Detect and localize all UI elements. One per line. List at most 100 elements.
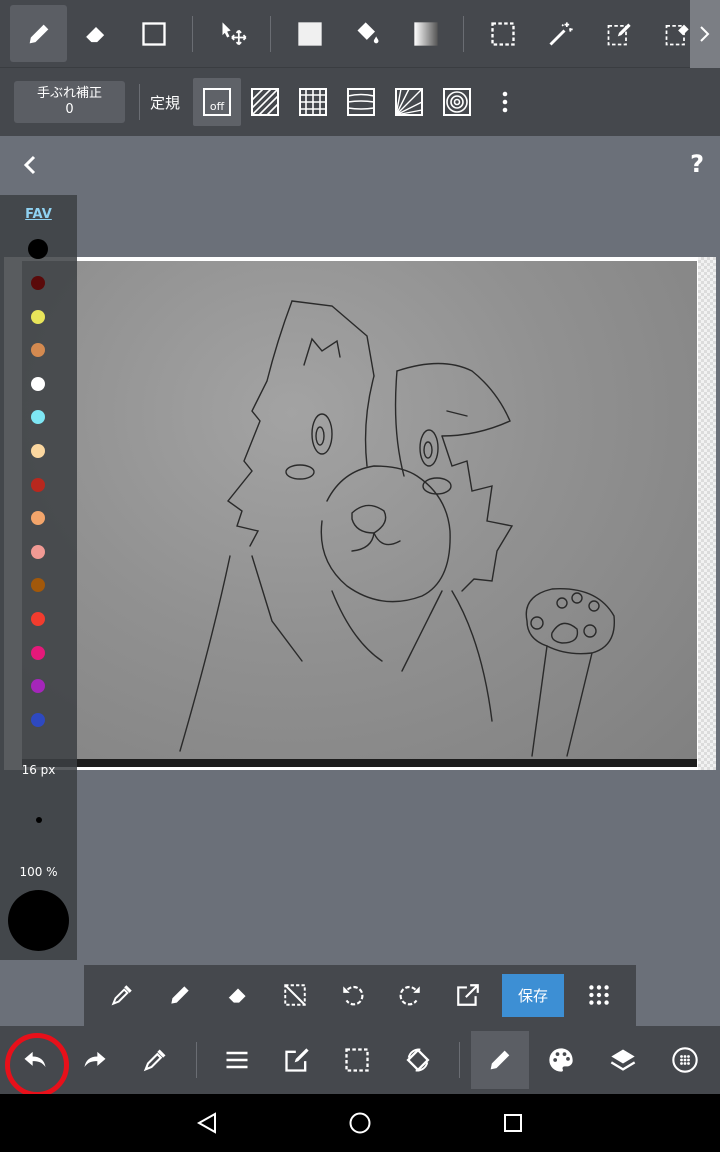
eraser-tool-button[interactable] (67, 5, 124, 62)
pen-icon (171, 986, 189, 1004)
ruler-horizontal-button[interactable] (337, 78, 385, 126)
ruler-perspective-button[interactable] (385, 78, 433, 126)
move-icon (222, 21, 246, 45)
color-swatch[interactable] (31, 410, 45, 425)
eyedropper-icon (111, 985, 132, 1006)
color-swatch[interactable] (31, 511, 45, 526)
quick-pen-button[interactable] (165, 980, 195, 1010)
material-button[interactable] (656, 1031, 714, 1089)
color-swatch[interactable] (31, 679, 45, 694)
gradient-tool-button[interactable] (397, 5, 454, 62)
save-button[interactable]: 保存 (502, 974, 564, 1017)
current-color-button[interactable] (8, 890, 69, 951)
rotate-right-icon (399, 985, 420, 1006)
system-recents-button[interactable] (498, 1108, 528, 1138)
ruler-grid-button[interactable] (289, 78, 337, 126)
help-button[interactable]: ? (690, 150, 704, 178)
color-swatch[interactable] (31, 712, 45, 727)
select-pen-tool-button[interactable] (590, 5, 647, 62)
stabilizer-button[interactable]: 手ぶれ補正 0 (14, 81, 125, 123)
pen-tool-button[interactable] (10, 5, 67, 62)
rotate-canvas-icon (406, 1048, 430, 1072)
rotate-left-button[interactable] (338, 980, 368, 1010)
eraser-icon (227, 988, 246, 1005)
color-swatch[interactable] (31, 276, 45, 290)
bucket-icon (357, 21, 378, 43)
ruler-perspective-icon (395, 88, 423, 116)
ruler-concentric-button[interactable] (433, 78, 481, 126)
ruler-off-button[interactable]: off (193, 78, 241, 126)
more-options-button[interactable] (481, 78, 529, 126)
eyedropper-button[interactable] (107, 980, 137, 1010)
eyedropper-icon (143, 1049, 166, 1072)
menu-button[interactable] (208, 1031, 266, 1089)
chevron-right-icon (700, 26, 710, 42)
more-vert-icon (502, 91, 508, 113)
export-icon (457, 984, 479, 1006)
export-button[interactable] (453, 980, 483, 1010)
color-swatch[interactable] (28, 239, 48, 259)
canvas-photo-layer[interactable] (22, 261, 697, 767)
layers-button[interactable] (594, 1031, 652, 1089)
bucket-tool-button[interactable] (339, 5, 396, 62)
quick-eraser-button[interactable] (223, 980, 253, 1010)
deselect-icon (284, 984, 306, 1006)
move-tool-button[interactable] (204, 5, 261, 62)
color-swatch[interactable] (31, 578, 45, 593)
color-panel-button[interactable] (532, 1031, 590, 1089)
edit-button[interactable] (268, 1031, 326, 1089)
chevron-left-icon (23, 155, 36, 175)
palette-icon (549, 1048, 573, 1072)
stabilizer-value: 0 (65, 102, 74, 117)
redo-button[interactable] (66, 1031, 124, 1089)
toolbar-scroll-right-button[interactable] (690, 0, 720, 68)
bottom-eyedropper-button[interactable] (126, 1031, 184, 1089)
select-eraser-icon (665, 24, 689, 45)
back-button[interactable] (18, 152, 44, 178)
brush-size-preview (36, 817, 42, 823)
system-back-button[interactable] (192, 1108, 222, 1138)
fill-rect-tool-button[interactable] (281, 5, 338, 62)
color-swatch[interactable] (31, 444, 45, 458)
ruler-off-icon: off (203, 88, 231, 116)
ruler-concentric-icon (443, 88, 471, 116)
material-dots-icon (672, 1047, 698, 1073)
shape-tool-button[interactable] (125, 5, 182, 62)
fav-tab[interactable]: FAV (0, 207, 77, 222)
brush-size-value[interactable]: 16 px (0, 763, 77, 777)
ruler-grid-icon (299, 88, 327, 116)
dog-sketch-illustration (179, 300, 616, 757)
select-rect-icon (345, 1048, 369, 1072)
color-swatch[interactable] (31, 612, 45, 626)
pen-icon (29, 24, 48, 43)
opacity-value[interactable]: 100 % (0, 865, 77, 879)
color-favorites-panel: FAV 16 px 100 % (0, 195, 77, 960)
color-swatch[interactable] (31, 645, 45, 660)
edit-icon (285, 1048, 309, 1072)
color-swatch[interactable] (31, 343, 45, 358)
ruler-parallel-button[interactable] (241, 78, 289, 126)
select-rect-icon (490, 21, 515, 46)
select-rect-tool-button[interactable] (474, 5, 531, 62)
color-swatch[interactable] (31, 544, 45, 559)
bottom-toolbar (0, 1026, 720, 1094)
color-swatch[interactable] (31, 376, 45, 391)
grid-menu-button[interactable] (584, 980, 614, 1010)
magic-wand-tool-button[interactable] (532, 5, 589, 62)
tool-options-bar: 手ぶれ補正 0 定規 off (0, 68, 720, 136)
photo-edge-shadow (22, 759, 697, 767)
rotate-right-button[interactable] (395, 980, 425, 1010)
ruler-parallel-icon (251, 88, 279, 116)
color-swatch[interactable] (31, 309, 45, 324)
rotate-left-icon (343, 985, 364, 1006)
selection-button[interactable] (328, 1031, 386, 1089)
system-navigation-bar (0, 1094, 720, 1152)
deselect-button[interactable] (280, 980, 310, 1010)
eraser-icon (84, 26, 104, 44)
system-home-button[interactable] (345, 1108, 375, 1138)
ruler-horizontal-icon (347, 88, 375, 116)
rotate-canvas-button[interactable] (389, 1031, 447, 1089)
brush-panel-button[interactable] (471, 1031, 529, 1089)
gradient-icon (413, 21, 438, 46)
color-swatch[interactable] (31, 477, 45, 492)
